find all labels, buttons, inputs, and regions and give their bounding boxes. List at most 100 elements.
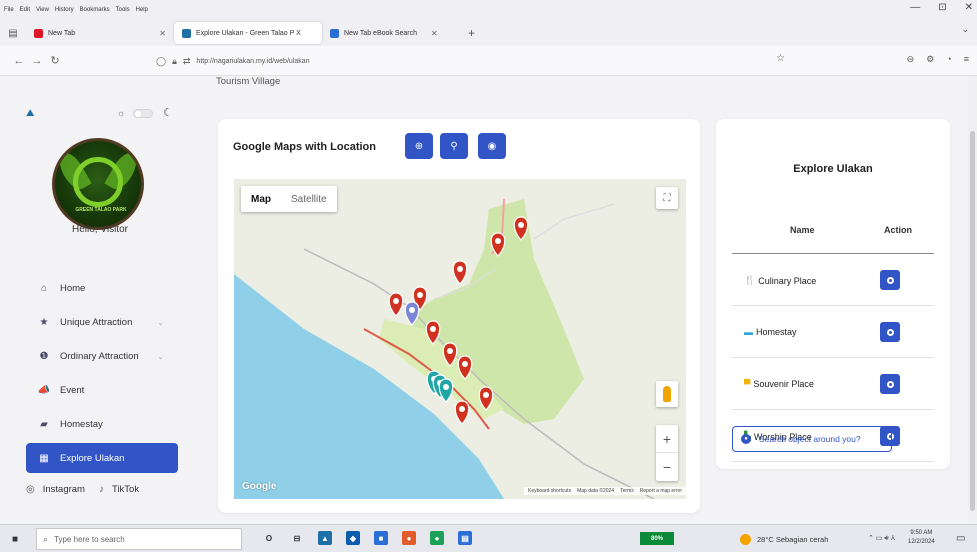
extension-icon[interactable]: ⚙ bbox=[926, 54, 934, 65]
report-error-link[interactable]: Report a map error bbox=[640, 488, 682, 494]
clock[interactable]: 9:50 AM 12/2/2024 bbox=[908, 529, 935, 547]
row-name-cell: ▬ Homestay bbox=[744, 327, 797, 337]
fullscreen-button[interactable]: ⛶ bbox=[656, 187, 678, 209]
zoom-in-button[interactable]: + bbox=[656, 425, 678, 453]
tab-new-tab[interactable]: New Tab ✕ bbox=[26, 22, 174, 44]
forward-icon[interactable]: → bbox=[28, 55, 46, 67]
sidebar-item-ordinary-attraction[interactable]: ❶ Ordinary Attraction ⌄ bbox=[26, 339, 178, 373]
map-type-satellite[interactable]: Satellite bbox=[281, 186, 337, 212]
map-type-control: Map Satellite bbox=[241, 186, 337, 212]
firefox-icon[interactable]: ● bbox=[402, 531, 416, 545]
task-view-icon[interactable]: ⊟ bbox=[290, 531, 304, 545]
table-row: ▬ Homestay bbox=[732, 306, 934, 358]
pocket-icon[interactable]: ⊖ bbox=[907, 54, 915, 65]
row-view-button[interactable] bbox=[880, 270, 900, 290]
menubar-item-tools[interactable]: Tools bbox=[116, 7, 130, 13]
taskbar-search[interactable]: ⌕ Type here to search bbox=[36, 528, 242, 550]
menubar-item-edit[interactable]: Edit bbox=[20, 7, 30, 13]
google-map[interactable]: Map Satellite ⛶ + − Google Keyboard shor… bbox=[234, 179, 686, 499]
mail-icon[interactable]: ■ bbox=[374, 531, 388, 545]
street-view-pegman[interactable] bbox=[656, 381, 678, 407]
map-marker[interactable] bbox=[438, 378, 454, 403]
files-icon[interactable]: ▤ bbox=[458, 531, 472, 545]
url-field[interactable]: ◯ 🔒︎ ⇄ http://nagariulakan.my.id/web/ula… bbox=[156, 52, 796, 70]
marker-glyph bbox=[459, 406, 465, 412]
clock-time: 9:50 AM bbox=[910, 530, 933, 536]
instagram-link[interactable]: Instagram bbox=[43, 484, 85, 495]
back-icon[interactable]: ← bbox=[10, 55, 28, 67]
system-tray[interactable]: ⌃ ▭ 🔊︎ ⅄ bbox=[868, 534, 895, 543]
tab-favicon bbox=[34, 28, 43, 38]
tab-close-icon[interactable]: ✕ bbox=[159, 29, 166, 38]
sidebar-item-event[interactable]: 📣 Event bbox=[26, 373, 178, 407]
list-all-tabs-icon[interactable]: ▤ bbox=[0, 28, 26, 39]
weather-widget[interactable]: 28°C Sebagian cerah bbox=[740, 534, 828, 545]
row-label: Souvenir Place bbox=[753, 379, 814, 389]
row-view-button[interactable] bbox=[880, 374, 900, 394]
bookmark-star-icon[interactable]: ☆ bbox=[776, 53, 785, 64]
chevron-down-icon[interactable]: ⌄ bbox=[157, 352, 164, 361]
reload-icon[interactable]: ↻ bbox=[46, 54, 64, 67]
tab-close-icon[interactable]: ✕ bbox=[431, 29, 438, 38]
close-window-icon[interactable]: ✕ bbox=[965, 2, 973, 13]
menubar-item-help[interactable]: Help bbox=[136, 7, 148, 13]
page-scrollbar[interactable] bbox=[968, 76, 977, 524]
sidebar-item-unique-attraction[interactable]: ★ Unique Attraction ⌄ bbox=[26, 305, 178, 339]
zoom-out-button[interactable]: − bbox=[656, 453, 678, 481]
map-marker[interactable] bbox=[388, 292, 404, 317]
map-icon: ▦ bbox=[39, 452, 49, 464]
store-icon[interactable]: ◆ bbox=[346, 531, 360, 545]
tab-bar: ▤ New Tab ✕ Explore Ulakan - Green Talao… bbox=[0, 20, 977, 46]
marker-glyph bbox=[417, 292, 423, 298]
battery-indicator[interactable]: 80% bbox=[640, 532, 674, 545]
keyboard-shortcuts-link[interactable]: Keyboard shortcuts bbox=[528, 488, 571, 494]
instagram-icon[interactable]: ◎ bbox=[26, 484, 35, 495]
sidebar-item-label: Homestay bbox=[60, 418, 103, 430]
sidebar: ⛰ ☼ ☾ GREEN TALAO PARK Hello, Visitor ⌂ H… bbox=[0, 76, 200, 524]
moon-icon: ☾ bbox=[163, 107, 173, 119]
menubar-item-view[interactable]: View bbox=[36, 7, 49, 13]
scrollbar-thumb[interactable] bbox=[970, 131, 975, 511]
map-marker[interactable] bbox=[452, 260, 468, 285]
minimize-icon[interactable]: — bbox=[910, 2, 920, 13]
menu-icon[interactable]: ≡ bbox=[964, 54, 969, 65]
menubar-item-file[interactable]: File bbox=[4, 7, 14, 13]
tiktok-link[interactable]: TikTok bbox=[112, 484, 139, 495]
browser-menubar: File Edit View History Bookmarks Tools Help bbox=[0, 0, 977, 20]
map-canvas[interactable] bbox=[234, 179, 686, 499]
menubar-item-history[interactable]: History bbox=[55, 7, 74, 13]
sidebar-item-explore-ulakan[interactable]: ▦ Explore Ulakan bbox=[26, 443, 178, 473]
map-card-title: Google Maps with Location bbox=[233, 141, 376, 153]
new-tab-icon[interactable]: + bbox=[468, 26, 475, 40]
row-view-button[interactable] bbox=[880, 322, 900, 342]
set-location-button[interactable]: ⚲ bbox=[440, 133, 468, 159]
cortana-icon[interactable]: O bbox=[262, 531, 276, 545]
map-marker[interactable] bbox=[454, 400, 470, 425]
tab-ebook-search[interactable]: New Tab eBook Search ✕ bbox=[322, 22, 462, 44]
sidebar-item-home[interactable]: ⌂ Home bbox=[26, 271, 178, 305]
site-logo-icon[interactable]: ⛰ bbox=[26, 108, 44, 120]
my-location-button[interactable]: ⊕ bbox=[405, 133, 433, 159]
terms-link[interactable]: Terms bbox=[620, 488, 634, 494]
google-logo: Google bbox=[242, 481, 277, 492]
account-icon[interactable]: ◔ bbox=[946, 54, 951, 65]
windows-start-icon[interactable]: ■ bbox=[12, 534, 18, 545]
menubar-item-bookmarks[interactable]: Bookmarks bbox=[80, 7, 110, 13]
theme-toggle[interactable] bbox=[133, 109, 153, 118]
tiktok-icon[interactable]: ♪ bbox=[99, 484, 104, 495]
chevron-down-icon[interactable]: ⌄ bbox=[961, 24, 969, 35]
notification-icon[interactable]: ▭ bbox=[956, 533, 965, 544]
view-location-button[interactable]: ◉ bbox=[478, 133, 506, 159]
url-text: http://nagariulakan.my.id/web/ulakan bbox=[196, 57, 310, 65]
eye-icon bbox=[886, 328, 894, 336]
sidebar-item-homestay[interactable]: ▰ Homestay bbox=[26, 407, 178, 441]
chrome-icon[interactable]: ● bbox=[430, 531, 444, 545]
tab-explore-ulakan[interactable]: Explore Ulakan - Green Talao P X bbox=[174, 22, 322, 44]
chevron-down-icon[interactable]: ⌄ bbox=[157, 318, 164, 327]
maximize-icon[interactable]: ⊡ bbox=[938, 2, 946, 13]
search-around-button[interactable]: ● Search object around you? bbox=[732, 426, 892, 452]
weather-sun-icon bbox=[740, 534, 751, 545]
map-type-map[interactable]: Map bbox=[241, 186, 281, 212]
shield-icon: ◯ bbox=[156, 55, 167, 66]
app-icon[interactable]: ▲ bbox=[318, 531, 332, 545]
